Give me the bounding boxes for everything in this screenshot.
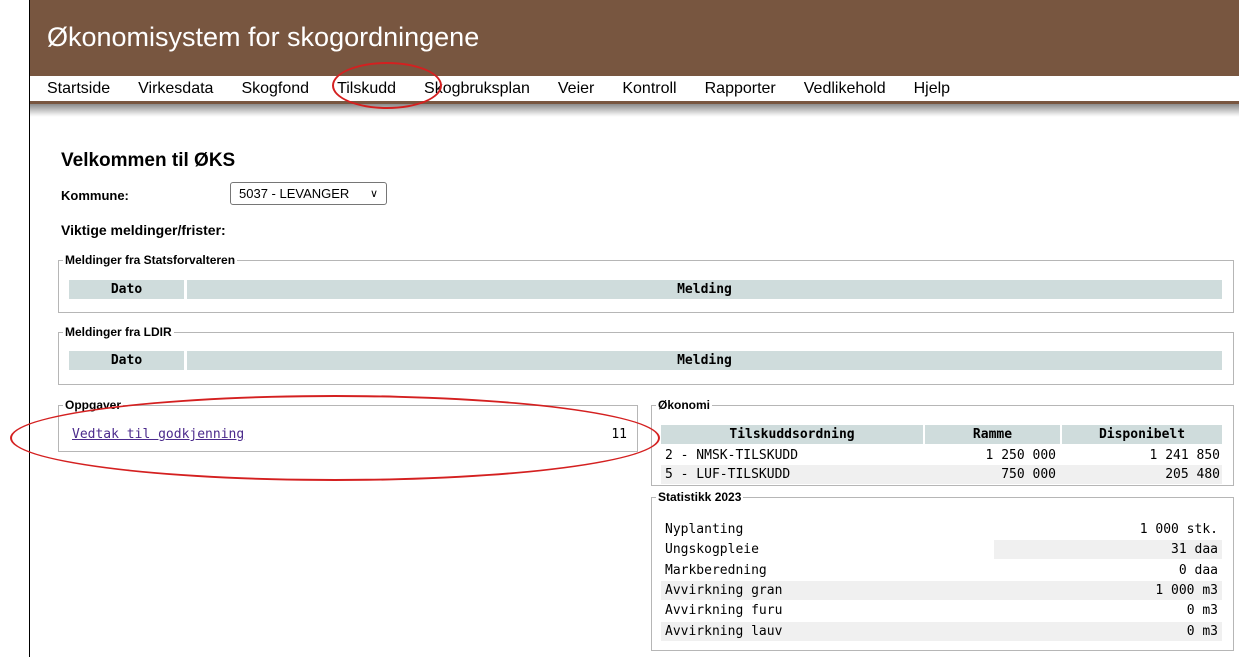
kommune-label: Kommune: — [61, 188, 129, 203]
chevron-down-icon: ∨ — [369, 188, 378, 200]
menu-item-hjelp[interactable]: Hjelp — [900, 76, 964, 101]
app-title: Økonomisystem for skogordningene — [47, 22, 480, 52]
ldir-date-header[interactable]: Dato — [69, 351, 184, 370]
kommune-select-value: 5037 - LEVANGER — [239, 186, 350, 201]
statistikk-label: Avvirkning gran — [665, 583, 783, 598]
table-row: Avvirkning gran 1 000 m3 — [661, 581, 1222, 600]
okonomi-ramme-cell: 750 000 — [1001, 467, 1056, 482]
statistikk-legend: Statistikk 2023 — [658, 490, 742, 504]
app-header: Økonomisystem for skogordningene — [30, 0, 1239, 76]
oppgaver-legend: Oppgaver — [65, 398, 122, 412]
statistikk-value: 31 daa — [1171, 542, 1218, 557]
okonomi-ordning-cell: 2 - NMSK-TILSKUDD — [665, 448, 799, 463]
menu-shadow — [30, 104, 1239, 117]
statistikk-value: 0 daa — [1178, 563, 1218, 578]
table-row: Avvirkning lauv 0 m3 — [661, 622, 1222, 641]
okonomi-ordning-cell: 5 - LUF-TILSKUDD — [665, 467, 791, 482]
ldir-legend: Meldinger fra LDIR — [65, 325, 172, 339]
menu-item-rapporter[interactable]: Rapporter — [691, 76, 790, 101]
okonomi-col-disponibelt[interactable]: Disponibelt — [1062, 425, 1222, 444]
statistikk-label: Ungskogpleie — [665, 542, 759, 557]
menu-item-vedlikehold[interactable]: Vedlikehold — [790, 76, 900, 101]
okonomi-legend: Økonomi — [658, 398, 711, 412]
menu-item-virkesdata[interactable]: Virkesdata — [124, 76, 227, 101]
menu-item-skogfond[interactable]: Skogfond — [227, 76, 323, 101]
main-menu: Startside Virkesdata Skogfond Tilskudd S… — [30, 76, 1019, 101]
statsforvalteren-legend: Meldinger fra Statsforvalteren — [65, 253, 236, 267]
okonomi-col-ordning[interactable]: Tilskuddsordning — [661, 425, 923, 444]
table-row: 2 - NMSK-TILSKUDD 1 250 000 1 241 850 — [661, 446, 1222, 465]
ldir-message-header[interactable]: Melding — [187, 351, 1222, 370]
table-row: Avvirkning furu 0 m3 — [661, 601, 1222, 620]
statistikk-value: 1 000 stk. — [1139, 522, 1218, 537]
statsforvalteren-date-header[interactable]: Dato — [69, 280, 184, 299]
okonomi-col-ramme[interactable]: Ramme — [925, 425, 1060, 444]
task-count: 11 — [611, 427, 627, 442]
statistikk-label: Avvirkning lauv — [665, 624, 783, 639]
app-frame: Økonomisystem for skogordningene Startsi… — [29, 0, 1239, 657]
menu-item-veier[interactable]: Veier — [544, 76, 608, 101]
notices-heading: Viktige meldinger/frister: — [61, 222, 226, 238]
vedtak-til-godkjenning-link[interactable]: Vedtak til godkjenning — [72, 427, 244, 442]
okonomi-disponibelt-cell: 1 241 850 — [1149, 448, 1220, 463]
menubar-filler — [1019, 76, 1239, 101]
statistikk-label: Markberedning — [665, 563, 767, 578]
table-row: 5 - LUF-TILSKUDD 750 000 205 480 — [661, 465, 1222, 484]
okonomi-ramme-cell: 1 250 000 — [985, 448, 1056, 463]
kommune-select[interactable]: 5037 - LEVANGER ∨ — [230, 182, 387, 205]
menu-item-kontroll[interactable]: Kontroll — [608, 76, 690, 101]
table-row: Nyplanting 1 000 stk. — [661, 520, 1222, 539]
list-item: Vedtak til godkjenning 11 — [72, 425, 627, 444]
statistikk-label: Nyplanting — [665, 522, 744, 537]
menu-item-skogbruksplan[interactable]: Skogbruksplan — [410, 76, 544, 101]
page-title: Velkommen til ØKS — [61, 150, 236, 171]
okonomi-disponibelt-cell: 205 480 — [1165, 467, 1220, 482]
menu-item-tilskudd[interactable]: Tilskudd — [323, 76, 410, 101]
table-row: Markberedning 0 daa — [661, 561, 1222, 580]
statistikk-label: Avvirkning furu — [665, 603, 783, 618]
statistikk-value: 1 000 m3 — [1155, 583, 1218, 598]
statistikk-value: 0 m3 — [1186, 624, 1218, 639]
menu-item-startside[interactable]: Startside — [30, 76, 124, 101]
table-row: Ungskogpleie 31 daa — [661, 540, 1222, 559]
statsforvalteren-message-header[interactable]: Melding — [187, 280, 1222, 299]
statistikk-value: 0 m3 — [1186, 603, 1218, 618]
